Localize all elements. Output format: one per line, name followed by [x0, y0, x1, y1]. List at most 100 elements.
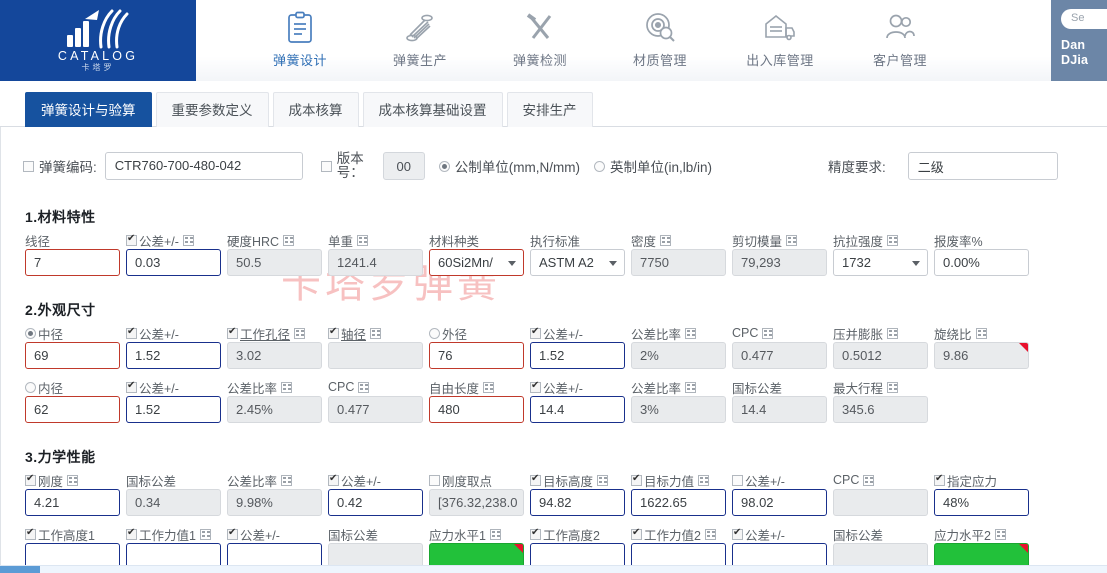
field-公差--input[interactable]: 1.52	[126, 342, 221, 369]
field-公差--checkbox[interactable]	[732, 526, 743, 540]
field-公差--input[interactable]: 98.02	[732, 489, 827, 516]
field-CPC-input[interactable]: 0.477	[328, 396, 423, 423]
field-工作高度2-checkbox[interactable]	[530, 526, 541, 540]
calculator-icon[interactable]	[660, 234, 672, 246]
field-报废率--input[interactable]: 0.00%	[934, 249, 1029, 276]
search-input[interactable]: Se	[1061, 9, 1107, 29]
field-公差--checkbox[interactable]	[328, 472, 339, 486]
calculator-icon[interactable]	[281, 474, 293, 486]
field-中径-radio[interactable]	[25, 327, 36, 339]
field-刚度-input[interactable]: 4.21	[25, 489, 120, 516]
calculator-icon[interactable]	[597, 474, 609, 486]
field-中径-input[interactable]: 69	[25, 342, 120, 369]
field-执行标准-input[interactable]: ASTM A2	[530, 249, 625, 276]
field-单重-input[interactable]: 1241.4	[328, 249, 423, 276]
tab-cost-accounting[interactable]: 成本核算	[272, 92, 359, 127]
nav-item-customer-management[interactable]: 客户管理	[840, 0, 960, 69]
bottom-scroll-strip[interactable]	[0, 565, 1107, 573]
field-工作孔径-checkbox[interactable]	[227, 325, 238, 339]
field-CPC-input[interactable]	[833, 489, 928, 516]
calculator-icon[interactable]	[357, 234, 369, 246]
field-公差--input[interactable]: 14.4	[530, 396, 625, 423]
field-外径-radio[interactable]	[429, 327, 440, 339]
tab-schedule-production[interactable]: 安排生产	[506, 92, 593, 127]
tab-key-parameter-definition[interactable]: 重要参数定义	[155, 92, 269, 127]
field-轴径-checkbox[interactable]	[328, 325, 339, 339]
field-材料种类-input[interactable]: 60Si2Mn/	[429, 249, 524, 276]
brand-logo[interactable]: CATALOG 卡塔罗	[0, 0, 196, 81]
field-内径-radio[interactable]	[25, 381, 36, 393]
calculator-icon[interactable]	[887, 327, 899, 339]
field-刚度-checkbox[interactable]	[25, 472, 36, 486]
tab-cost-accounting-settings[interactable]: 成本核算基础设置	[362, 92, 503, 127]
tab-spring-design-calc[interactable]: 弹簧设计与验算	[25, 92, 152, 127]
field-目标高度-checkbox[interactable]	[530, 472, 541, 486]
calculator-icon[interactable]	[704, 528, 716, 540]
field-目标力值-input[interactable]: 1622.65	[631, 489, 726, 516]
user-name-line1[interactable]: Dan	[1061, 38, 1107, 53]
field-指定应力-checkbox[interactable]	[934, 472, 945, 486]
field-公差--checkbox[interactable]	[227, 526, 238, 540]
chevron-down-icon[interactable]	[609, 260, 617, 266]
field-公差比率-input[interactable]: 2.45%	[227, 396, 322, 423]
field-公差比率-input[interactable]: 3%	[631, 396, 726, 423]
field-国标公差-input[interactable]: 0.34	[126, 489, 221, 516]
field-工作高度1-checkbox[interactable]	[25, 526, 36, 540]
field-公差--input[interactable]: 1.52	[126, 396, 221, 423]
calculator-icon[interactable]	[762, 327, 774, 339]
field-目标力值-checkbox[interactable]	[631, 472, 642, 486]
calculator-icon[interactable]	[67, 474, 79, 486]
field-线径-input[interactable]: 7	[25, 249, 120, 276]
field-公差--checkbox[interactable]	[126, 325, 137, 339]
chevron-down-icon[interactable]	[508, 260, 516, 266]
field-目标高度-input[interactable]: 94.82	[530, 489, 625, 516]
field-公差--checkbox[interactable]	[732, 474, 743, 486]
field-自由长度-input[interactable]: 480	[429, 396, 524, 423]
field-内径-input[interactable]: 62	[25, 396, 120, 423]
chevron-down-icon[interactable]	[912, 260, 920, 266]
field-刚度取点-checkbox[interactable]	[429, 474, 440, 486]
field-轴径-input[interactable]	[328, 342, 423, 369]
calculator-icon[interactable]	[358, 381, 370, 393]
calculator-icon[interactable]	[994, 528, 1006, 540]
version-checkbox[interactable]	[320, 160, 332, 172]
field-工作力值2-checkbox[interactable]	[631, 526, 642, 540]
field-公差比率-input[interactable]: 9.98%	[227, 489, 322, 516]
calculator-icon[interactable]	[698, 474, 710, 486]
calculator-icon[interactable]	[685, 381, 697, 393]
calculator-icon[interactable]	[483, 381, 495, 393]
field-剪切模量-input[interactable]: 79,293	[732, 249, 827, 276]
precision-select[interactable]: 二级	[907, 152, 1058, 180]
field-公差--input[interactable]: 1.52	[530, 342, 625, 369]
nav-item-material-management[interactable]: 材质管理	[600, 0, 720, 69]
user-name-line2[interactable]: DJia	[1061, 53, 1107, 68]
field-硬度HRC-input[interactable]: 50.5	[227, 249, 322, 276]
field-CPC-input[interactable]: 0.477	[732, 342, 827, 369]
calculator-icon[interactable]	[182, 234, 194, 246]
unit-metric-radio[interactable]	[438, 160, 450, 172]
calculator-icon[interactable]	[887, 234, 899, 246]
calculator-icon[interactable]	[685, 327, 697, 339]
nav-item-warehouse-management[interactable]: 出入库管理	[720, 0, 840, 69]
field-公差--checkbox[interactable]	[530, 379, 541, 393]
field-抗拉强度-input[interactable]: 1732	[833, 249, 928, 276]
field-旋绕比-input[interactable]: 9.86	[934, 342, 1029, 369]
field-最大行程-input[interactable]: 345.6	[833, 396, 928, 423]
calculator-icon[interactable]	[863, 474, 875, 486]
calculator-icon[interactable]	[887, 381, 899, 393]
field-公差--checkbox[interactable]	[530, 325, 541, 339]
field-国标公差-input[interactable]: 14.4	[732, 396, 827, 423]
field-公差--checkbox[interactable]	[126, 379, 137, 393]
field-工作力值1-checkbox[interactable]	[126, 526, 137, 540]
calculator-icon[interactable]	[294, 327, 306, 339]
unit-imperial-radio[interactable]	[594, 160, 605, 172]
spring-code-checkbox[interactable]	[23, 160, 34, 172]
calculator-icon[interactable]	[489, 528, 501, 540]
calculator-icon[interactable]	[786, 234, 798, 246]
field-外径-input[interactable]: 76	[429, 342, 524, 369]
field-公差比率-input[interactable]: 2%	[631, 342, 726, 369]
field-压并膨胀-input[interactable]: 0.5012	[833, 342, 928, 369]
calculator-icon[interactable]	[370, 327, 382, 339]
spring-code-input[interactable]: CTR760-700-480-042	[104, 152, 303, 180]
field-密度-input[interactable]: 7750	[631, 249, 726, 276]
